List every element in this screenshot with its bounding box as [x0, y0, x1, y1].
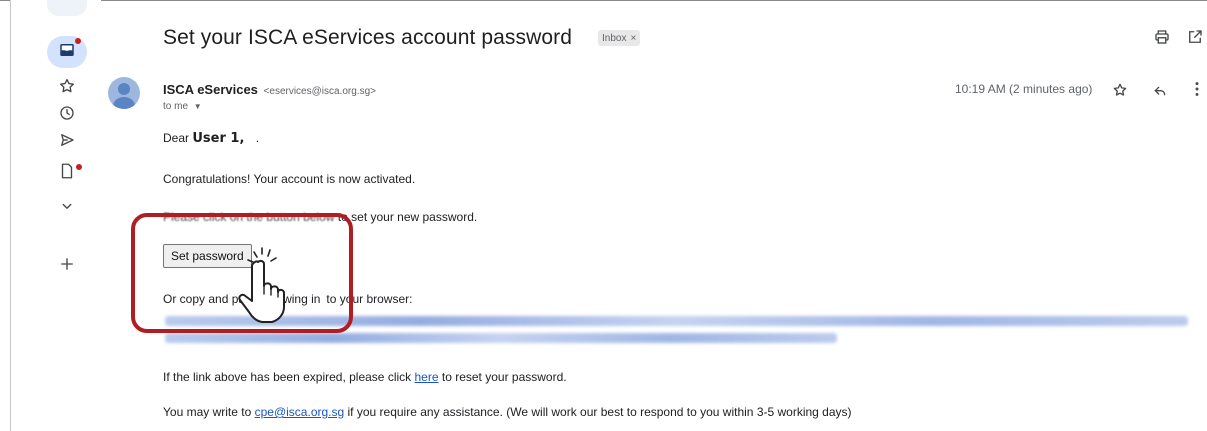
greeting-prefix: Dear	[163, 131, 190, 145]
inbox-notification-dot	[75, 38, 81, 44]
expired-link-line: If the link above has been expired, plea…	[163, 370, 567, 384]
sender-name[interactable]: ISCA eServices	[163, 82, 258, 97]
email-timestamp: 10:19 AM (2 minutes ago)	[955, 82, 1093, 96]
pointing-hand-cursor-icon	[236, 246, 304, 324]
sender-line: ISCA eServices <eservices@isca.org.sg>	[163, 82, 376, 97]
rail-item-more[interactable]	[55, 196, 79, 220]
rail-item-inbox[interactable]	[55, 40, 79, 64]
drafts-notification-dot	[76, 164, 82, 170]
plus-icon	[58, 255, 76, 278]
expired-suffix: to reset your password.	[441, 370, 567, 384]
support-email-link[interactable]: cpe@isca.org.sg	[255, 405, 345, 419]
send-icon	[58, 131, 76, 154]
instruction-text: to set your new password.	[337, 210, 478, 224]
caret-down-icon: ▼	[193, 102, 202, 111]
rail-item-sent[interactable]	[55, 130, 79, 154]
email-subject: Set your ISCA eServices account password	[163, 26, 573, 49]
recipient-label: to me	[163, 101, 189, 112]
activation-line: Congratulations! Your account is now act…	[163, 172, 416, 186]
inbox-label-badge[interactable]: Inbox ×	[598, 30, 641, 46]
clock-icon	[58, 104, 76, 127]
inbox-icon	[58, 41, 76, 64]
assistance-suffix: if you require any assistance. (We will …	[347, 405, 852, 419]
more-vert-icon[interactable]	[1192, 80, 1202, 98]
print-icon[interactable]	[1153, 28, 1171, 46]
draft-icon	[58, 162, 76, 185]
navigation-rail	[11, 0, 101, 431]
remove-label-icon[interactable]: ×	[630, 33, 636, 44]
rail-item-create-label[interactable]	[55, 254, 79, 278]
greeting-line: Dear User 1, .	[163, 131, 259, 146]
reset-here-link[interactable]: here	[415, 370, 439, 384]
rail-top-item[interactable]	[47, 0, 87, 16]
chevron-down-icon	[58, 197, 76, 220]
redacted-reset-url-line-2[interactable]	[165, 333, 837, 343]
greeting-suffix: .	[255, 131, 260, 145]
greeting-name: User 1,	[192, 131, 245, 146]
open-new-window-icon[interactable]	[1186, 28, 1204, 46]
star-icon	[58, 77, 76, 100]
sender-avatar[interactable]	[108, 77, 140, 109]
window-top-border	[0, 0, 1207, 1]
sender-email: <eservices@isca.org.sg>	[263, 86, 376, 97]
assistance-prefix: You may write to	[163, 405, 252, 419]
expired-prefix: If the link above has been expired, plea…	[163, 370, 412, 384]
recipient-details[interactable]: to me ▼	[163, 101, 202, 112]
rail-item-starred[interactable]	[55, 76, 79, 100]
assistance-line: You may write to cpe@isca.org.sg if you …	[163, 405, 852, 419]
rail-item-snoozed[interactable]	[55, 103, 79, 127]
reply-icon[interactable]	[1152, 82, 1168, 98]
badge-label: Inbox	[602, 32, 627, 44]
star-icon[interactable]	[1112, 82, 1128, 98]
